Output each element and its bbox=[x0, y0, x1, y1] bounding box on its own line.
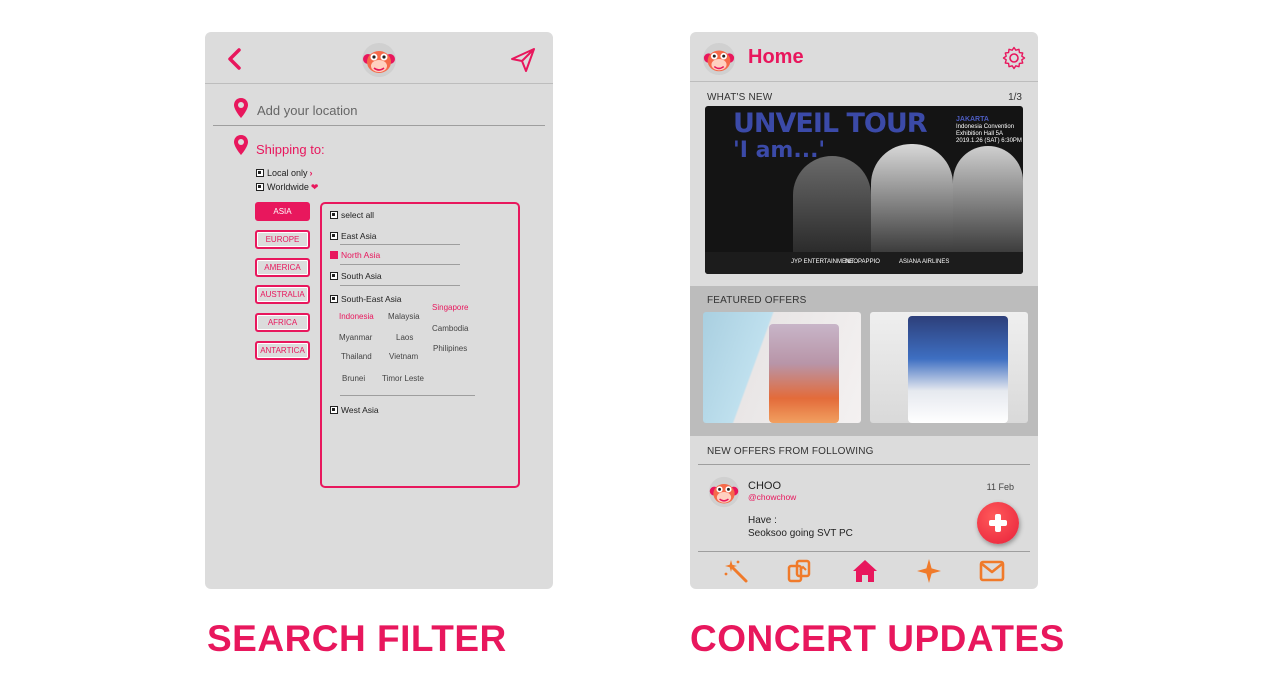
location-pin-icon bbox=[234, 98, 248, 118]
country-singapore[interactable]: Singapore bbox=[432, 303, 468, 312]
offer-card[interactable] bbox=[703, 312, 861, 423]
subregion-east-asia[interactable]: East Asia bbox=[330, 231, 376, 241]
post-author-handle[interactable]: @chowchow bbox=[748, 492, 796, 502]
divider bbox=[340, 395, 475, 396]
photocard-image bbox=[769, 324, 839, 423]
country-vietnam[interactable]: Vietnam bbox=[389, 352, 418, 361]
country-laos[interactable]: Laos bbox=[396, 333, 413, 342]
region-asia-button[interactable]: ASIA bbox=[255, 202, 310, 221]
banner-photo-member bbox=[871, 144, 953, 254]
divider bbox=[340, 244, 460, 245]
whats-new-banner[interactable]: UNVEIL TOUR 'I am...' JAKARTA Indonesia … bbox=[705, 106, 1023, 274]
region-africa-button[interactable]: AFRICA bbox=[255, 313, 310, 332]
checkbox[interactable] bbox=[330, 232, 338, 240]
banner-title: UNVEIL TOUR bbox=[733, 108, 928, 139]
shipping-label: Shipping to: bbox=[256, 142, 325, 157]
page-title: Home bbox=[748, 46, 804, 68]
select-all-option[interactable]: select all bbox=[330, 210, 374, 220]
country-philipines[interactable]: Philipines bbox=[433, 344, 467, 353]
monkey-logo-icon bbox=[362, 43, 396, 77]
banner-info: JAKARTA Indonesia Convention Exhibition … bbox=[956, 116, 1022, 144]
banner-photo-member bbox=[793, 156, 871, 254]
post-author-name[interactable]: CHOO bbox=[748, 480, 781, 492]
following-offers-label: NEW OFFERS FROM FOLLOWING bbox=[707, 446, 874, 457]
region-antartica-button[interactable]: ANTARTICA bbox=[255, 341, 310, 360]
banner-subtitle: 'I am...' bbox=[733, 138, 826, 163]
offer-card[interactable] bbox=[870, 312, 1028, 423]
checkbox[interactable] bbox=[330, 295, 338, 303]
sparkle-wand-icon[interactable] bbox=[723, 558, 749, 584]
region-australia-button[interactable]: AUSTRALIA bbox=[255, 285, 310, 304]
country-panel: select all East Asia North Asia South As… bbox=[320, 202, 520, 488]
checkbox[interactable] bbox=[256, 183, 264, 191]
caption-search-filter: SEARCH FILTER bbox=[207, 618, 507, 659]
mail-icon[interactable] bbox=[979, 558, 1005, 584]
checkbox[interactable] bbox=[330, 406, 338, 414]
checkbox[interactable] bbox=[330, 251, 338, 259]
country-timor-leste[interactable]: Timor Leste bbox=[382, 374, 424, 383]
chevron-left-icon[interactable] bbox=[223, 46, 247, 72]
chevron-down-icon: ❤ bbox=[310, 182, 319, 192]
country-brunei[interactable]: Brunei bbox=[342, 374, 365, 383]
divider bbox=[340, 285, 460, 286]
region-america-button[interactable]: AMERICA bbox=[255, 258, 310, 277]
monkey-logo-icon[interactable] bbox=[702, 42, 736, 76]
subregion-north-asia[interactable]: North Asia bbox=[330, 250, 380, 260]
chevron-right-icon: › bbox=[309, 168, 313, 178]
checkbox[interactable] bbox=[256, 169, 264, 177]
subregion-west-asia[interactable]: West Asia bbox=[330, 405, 379, 415]
option-worldwide[interactable]: Worldwide ❤ bbox=[256, 182, 318, 193]
checkbox[interactable] bbox=[330, 272, 338, 280]
paper-plane-icon[interactable] bbox=[509, 46, 537, 74]
home-screen: Home WHAT'S NEW 1/3 UNVEIL TOUR 'I am...… bbox=[690, 32, 1038, 589]
post-date: 11 Feb bbox=[986, 482, 1014, 492]
page-indicator: 1/3 bbox=[1008, 92, 1022, 103]
region-europe-button[interactable]: EUROPE bbox=[255, 230, 310, 249]
featured-offers-label: FEATURED OFFERS bbox=[707, 295, 807, 306]
avatar[interactable] bbox=[708, 476, 740, 508]
subregion-south-asia[interactable]: South Asia bbox=[330, 271, 382, 281]
country-cambodia[interactable]: Cambodia bbox=[432, 324, 468, 333]
photocard-image bbox=[908, 316, 1008, 423]
location-pin-icon bbox=[234, 135, 248, 155]
filter-top-bar bbox=[205, 32, 553, 84]
country-thailand[interactable]: Thailand bbox=[341, 352, 372, 361]
bottom-nav bbox=[690, 552, 1038, 589]
divider bbox=[340, 264, 460, 265]
home-header: Home bbox=[690, 32, 1038, 82]
subregion-south-east-asia[interactable]: South-East Asia bbox=[330, 294, 401, 304]
swap-cards-icon[interactable] bbox=[786, 558, 812, 584]
caption-concert-updates: CONCERT UPDATES bbox=[690, 618, 1065, 659]
star-icon[interactable] bbox=[916, 558, 942, 584]
banner-photo-member bbox=[953, 146, 1023, 254]
country-indonesia[interactable]: Indonesia bbox=[339, 312, 374, 321]
location-placeholder: Add your location bbox=[257, 103, 358, 118]
checkbox[interactable] bbox=[330, 211, 338, 219]
home-icon[interactable] bbox=[852, 558, 878, 584]
post-body: Have : Seoksoo going SVT PC bbox=[748, 515, 853, 539]
divider bbox=[698, 464, 1030, 465]
gear-icon[interactable] bbox=[1002, 46, 1026, 70]
featured-offers-section: FEATURED OFFERS bbox=[690, 286, 1038, 436]
location-input[interactable]: Add your location bbox=[213, 84, 545, 126]
search-filter-screen: Add your location Shipping to: Local onl… bbox=[205, 32, 553, 589]
banner-sponsors: JYP ENTERTAINMENT NEOPAPPIO ASIANA AIRLI… bbox=[705, 252, 1023, 274]
whats-new-label: WHAT'S NEW bbox=[707, 92, 773, 103]
option-local-only[interactable]: Local only › bbox=[256, 168, 313, 178]
country-myanmar[interactable]: Myanmar bbox=[339, 333, 372, 342]
country-malaysia[interactable]: Malaysia bbox=[388, 312, 420, 321]
add-offer-button[interactable] bbox=[977, 502, 1019, 544]
